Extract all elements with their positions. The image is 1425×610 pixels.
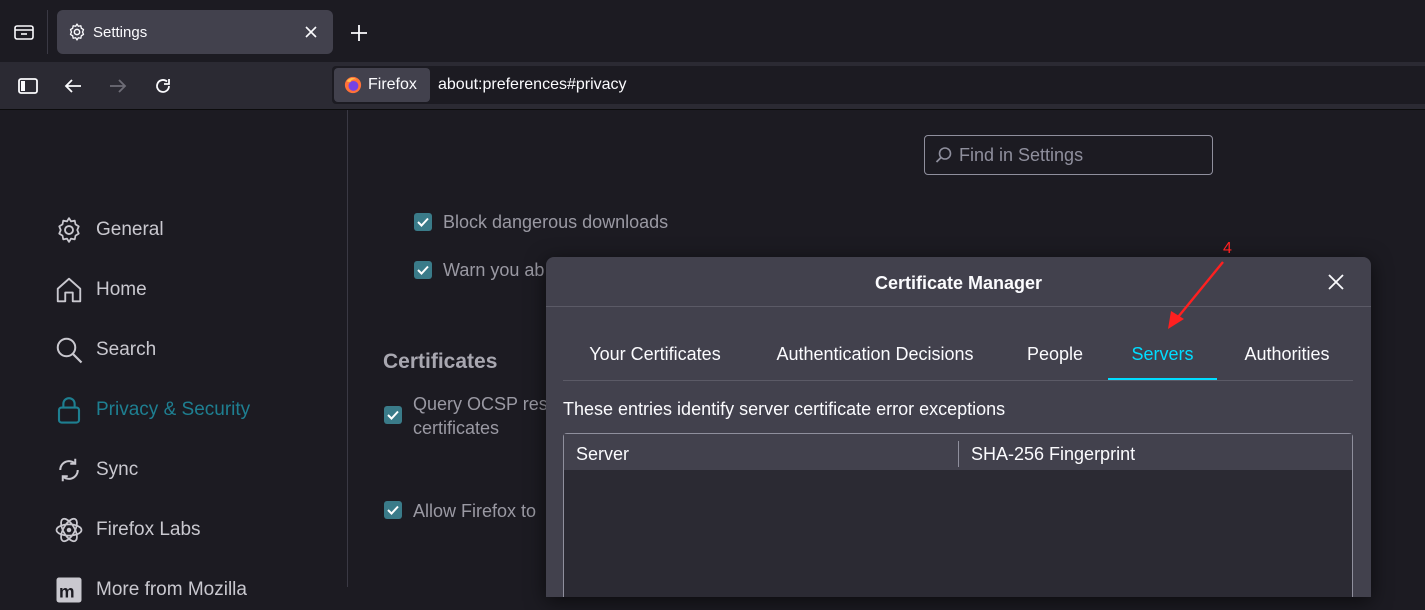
block-downloads-checkbox[interactable]	[414, 213, 432, 231]
ocsp-label-line2: certificates	[413, 418, 500, 438]
checkmark-icon	[417, 265, 429, 275]
tab-strip: Settings	[0, 0, 1425, 62]
close-icon	[305, 26, 317, 38]
ocsp-checkbox[interactable]	[384, 406, 402, 424]
tab-overview-button[interactable]	[0, 10, 48, 54]
sidebar-item-search[interactable]: Search	[54, 330, 156, 370]
search-icon	[935, 147, 952, 163]
sidebar-item-label: Search	[96, 339, 157, 360]
close-tab-button[interactable]	[301, 22, 321, 42]
checkmark-icon	[387, 410, 399, 420]
checkmark-icon	[417, 217, 429, 227]
firefox-logo-icon	[344, 76, 362, 94]
url-bar[interactable]: Firefox about:preferences#privacy	[332, 66, 1425, 104]
settings-sidebar: General Home Search Privacy & Security S…	[0, 110, 348, 603]
url-text[interactable]: about:preferences#privacy	[438, 76, 627, 94]
sidebar-item-firefox-labs[interactable]: Firefox Labs	[54, 510, 201, 550]
dialog-close-button[interactable]	[1325, 271, 1347, 293]
dialog-title: Certificate Manager	[546, 257, 1371, 307]
navigation-toolbar: Firefox about:preferences#privacy	[0, 62, 1425, 110]
gear-icon	[69, 23, 85, 41]
warn-unwanted-checkbox[interactable]	[414, 261, 432, 279]
tab-authentication-decisions[interactable]: Authentication Decisions	[757, 333, 993, 380]
warn-unwanted-label: Warn you ab	[443, 260, 545, 280]
lock-icon	[57, 397, 81, 424]
reload-icon	[156, 79, 170, 93]
server-certificates-table[interactable]: Server SHA-256 Fingerprint	[563, 433, 1353, 597]
checkmark-icon	[387, 505, 399, 515]
reload-button[interactable]	[147, 70, 179, 102]
close-icon	[1328, 274, 1344, 290]
search-icon	[56, 337, 83, 364]
sidebar-item-privacy[interactable]: Privacy & Security	[54, 390, 250, 430]
sidebar-item-label: General	[96, 219, 164, 240]
gear-icon	[58, 217, 80, 243]
tab-servers[interactable]: Servers	[1108, 333, 1217, 380]
sidebar-item-label: More from Mozilla	[96, 579, 247, 600]
column-sha256-fingerprint[interactable]: SHA-256 Fingerprint	[959, 434, 1135, 472]
home-icon	[56, 277, 82, 303]
forward-arrow-icon	[110, 79, 127, 93]
find-placeholder: Find in Settings	[959, 144, 1084, 165]
labs-icon	[55, 517, 83, 543]
back-arrow-icon	[64, 79, 81, 93]
forward-button[interactable]	[102, 70, 134, 102]
servers-description: These entries identify server certificat…	[563, 399, 1006, 419]
sidebar-item-label: Sync	[96, 459, 139, 480]
sync-icon	[59, 458, 79, 482]
allow-firefox-checkbox[interactable]	[384, 501, 402, 519]
identity-box[interactable]: Firefox	[334, 68, 430, 102]
sidebar-item-label: Firefox Labs	[96, 519, 201, 540]
column-server[interactable]: Server	[564, 434, 629, 472]
sidebar-item-sync[interactable]: Sync	[54, 450, 138, 490]
folder-icon	[13, 25, 34, 40]
tab-people[interactable]: People	[1013, 333, 1097, 380]
mozilla-icon: m	[56, 577, 82, 603]
annotation-arrow-icon	[1168, 261, 1224, 329]
certificates-heading: Certificates	[383, 350, 498, 373]
allow-firefox-label: Allow Firefox to	[413, 501, 537, 521]
new-tab-button[interactable]	[346, 20, 372, 46]
tab-authorities[interactable]: Authorities	[1228, 333, 1346, 380]
block-downloads-label: Block dangerous downloads	[443, 212, 669, 232]
tab-settings[interactable]: Settings	[57, 10, 333, 54]
ocsp-label: Query OCSP resp	[413, 394, 558, 414]
table-header: Server SHA-256 Fingerprint	[564, 434, 1352, 472]
certificate-manager-dialog: Certificate Manager Your Certificates Au…	[546, 257, 1371, 597]
find-in-settings-input[interactable]: Find in Settings	[924, 135, 1213, 175]
annotation-number: 4	[1223, 240, 1232, 257]
sidebar-item-home[interactable]: Home	[54, 270, 147, 310]
sidebar-item-more-from-mozilla[interactable]: m More from Mozilla	[54, 570, 247, 610]
sidebar-item-label: Privacy & Security	[96, 399, 251, 420]
back-button[interactable]	[57, 70, 89, 102]
certificate-tabs: Your Certificates Authentication Decisio…	[563, 333, 1353, 381]
svg-text:m: m	[59, 582, 75, 602]
tab-title: Settings	[93, 23, 148, 41]
plus-icon	[351, 25, 367, 41]
sidebar-toggle-button[interactable]	[12, 70, 44, 102]
sidebar-item-label: Home	[96, 279, 147, 300]
sidebar-item-general[interactable]: General	[54, 210, 164, 250]
tab-your-certificates[interactable]: Your Certificates	[573, 333, 737, 380]
identity-label: Firefox	[368, 76, 417, 93]
sidebar-icon	[18, 78, 38, 94]
